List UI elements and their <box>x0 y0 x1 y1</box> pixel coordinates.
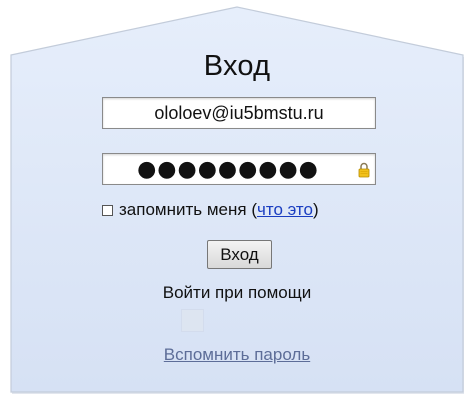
social-login-icon[interactable] <box>181 309 204 332</box>
email-field[interactable] <box>103 98 375 128</box>
login-form: Вход запомнить меня ( что это ) Вход Вой… <box>0 0 474 403</box>
password-field-wrapper <box>102 153 376 185</box>
paren-close: ) <box>312 200 319 219</box>
social-login-label: Войти при помощи <box>162 283 312 302</box>
remember-me-row: запомнить меня ( что это ) <box>102 200 319 220</box>
lock-icon <box>358 162 370 178</box>
remember-me-checkbox[interactable] <box>102 204 113 216</box>
page-title: Вход <box>203 50 271 82</box>
password-field[interactable] <box>103 154 375 184</box>
email-field-wrapper <box>102 97 376 129</box>
login-button[interactable]: Вход <box>207 240 272 269</box>
restore-password-link[interactable]: Вспомнить пароль <box>0 345 474 365</box>
what-is-this-link[interactable]: что это <box>257 200 313 220</box>
remember-me-label[interactable]: запомнить меня <box>119 200 247 220</box>
